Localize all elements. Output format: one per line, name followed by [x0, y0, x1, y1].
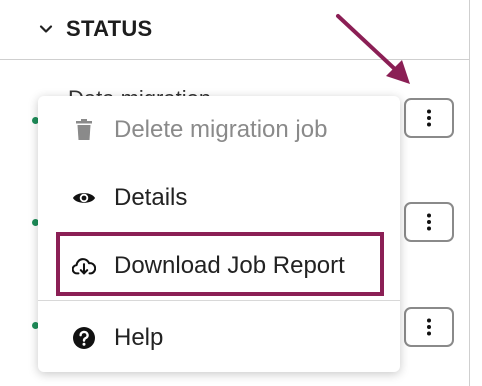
row-actions-button[interactable]: [404, 202, 454, 242]
trash-icon: [72, 118, 96, 142]
kebab-icon: [427, 318, 431, 336]
row-actions-button[interactable]: [404, 307, 454, 347]
menu-divider: [38, 300, 400, 301]
actions-menu: Delete migration job Details Download Jo…: [38, 96, 400, 372]
help-circle-icon: [72, 326, 96, 350]
kebab-icon: [427, 213, 431, 231]
menu-item-delete[interactable]: Delete migration job: [38, 100, 400, 160]
annotation-arrow: [336, 14, 410, 84]
menu-item-label: Help: [114, 324, 164, 351]
chevron-down-icon[interactable]: [38, 21, 54, 37]
eye-icon: [72, 186, 96, 210]
row-actions-button[interactable]: [404, 98, 454, 138]
highlight-box: [56, 232, 384, 296]
kebab-icon: [427, 109, 431, 127]
menu-item-help[interactable]: Help: [38, 308, 400, 368]
menu-item-label: Delete migration job: [114, 116, 328, 143]
menu-item-label: Details: [114, 184, 188, 211]
section-title: STATUS: [66, 16, 153, 41]
menu-item-details[interactable]: Details: [38, 168, 400, 228]
